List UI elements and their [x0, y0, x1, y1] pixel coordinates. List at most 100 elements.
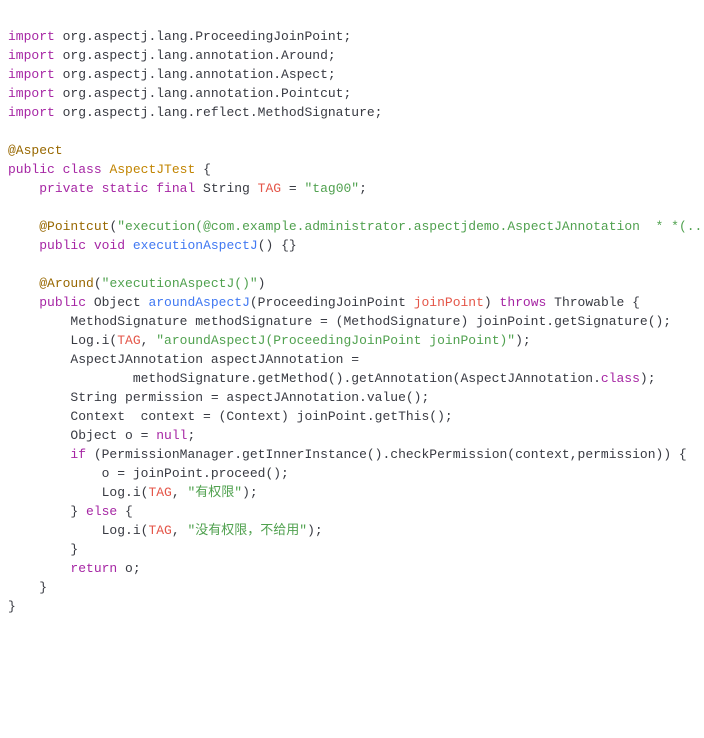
code-line: Context context = (Context) joinPoint.ge…	[8, 407, 696, 426]
code-line: AspectJAnnotation aspectJAnnotation =	[8, 350, 696, 369]
code-token: class	[601, 371, 640, 386]
code-line: o = joinPoint.proceed();	[8, 464, 696, 483]
code-token: "aroundAspectJ(ProceedingJoinPoint joinP…	[156, 333, 515, 348]
code-token: import	[8, 105, 55, 120]
code-token: );	[242, 485, 258, 500]
code-token: (	[94, 276, 102, 291]
code-line: import org.aspectj.lang.annotation.Aroun…	[8, 46, 696, 65]
code-token: )	[258, 276, 266, 291]
code-token: executionAspectJ	[133, 238, 258, 253]
code-token: (PermissionManager.getInnerInstance().ch…	[86, 447, 687, 462]
code-token: ,	[172, 523, 188, 538]
code-token: org.aspectj.lang.reflect.MethodSignature…	[63, 105, 383, 120]
code-token	[8, 219, 39, 234]
code-line: @Aspect	[8, 141, 696, 160]
code-token: import	[8, 29, 55, 44]
code-token: Context context = (Context) joinPoint.ge…	[8, 409, 453, 424]
code-token: Throwable {	[546, 295, 640, 310]
code-line: public Object aroundAspectJ(ProceedingJo…	[8, 293, 696, 312]
code-token: Log.i(	[8, 523, 148, 538]
code-token: @Around	[39, 276, 94, 291]
code-line: Log.i(TAG, "aroundAspectJ(ProceedingJoin…	[8, 331, 696, 350]
code-token: ;	[187, 428, 195, 443]
code-token: return	[70, 561, 117, 576]
code-line: public class AspectJTest {	[8, 160, 696, 179]
code-token: Log.i(	[8, 485, 148, 500]
code-line: }	[8, 597, 696, 616]
code-token: {	[195, 162, 211, 177]
code-token: public void	[39, 238, 125, 253]
code-token: public class	[8, 162, 102, 177]
code-token	[8, 276, 39, 291]
code-line: public void executionAspectJ() {}	[8, 236, 696, 255]
code-token: ,	[172, 485, 188, 500]
code-token: "execution(@com.example.administrator.as…	[117, 219, 704, 234]
code-token: methodSignature.getMethod().getAnnotatio…	[8, 371, 601, 386]
code-line: import org.aspectj.lang.reflect.MethodSi…	[8, 103, 696, 122]
code-token: {	[117, 504, 133, 519]
code-token: Object	[86, 295, 148, 310]
code-token: else	[86, 504, 117, 519]
code-token: @Pointcut	[39, 219, 109, 234]
code-token: o;	[117, 561, 140, 576]
code-line: return o;	[8, 559, 696, 578]
code-token: () {}	[258, 238, 297, 253]
code-token: ;	[359, 181, 367, 196]
code-token: throws	[500, 295, 547, 310]
code-token	[55, 67, 63, 82]
code-token: "executionAspectJ()"	[102, 276, 258, 291]
code-token	[8, 181, 39, 196]
code-line: }	[8, 578, 696, 597]
code-token: org.aspectj.lang.ProceedingJoinPoint;	[63, 29, 352, 44]
code-token: )	[484, 295, 500, 310]
code-token: }	[8, 504, 86, 519]
code-line: private static final String TAG = "tag00…	[8, 179, 696, 198]
code-token: o = joinPoint.proceed();	[8, 466, 289, 481]
code-token	[55, 48, 63, 63]
code-line: } else {	[8, 502, 696, 521]
code-token: null	[156, 428, 187, 443]
code-token: TAG	[117, 333, 140, 348]
code-token: @Aspect	[8, 143, 63, 158]
code-line: Log.i(TAG, "没有权限，不给用");	[8, 521, 696, 540]
code-token: AspectJTest	[109, 162, 195, 177]
code-line: import org.aspectj.lang.ProceedingJoinPo…	[8, 27, 696, 46]
code-block: import org.aspectj.lang.ProceedingJoinPo…	[8, 27, 696, 616]
code-token: "tag00"	[304, 181, 359, 196]
code-token: (ProceedingJoinPoint	[250, 295, 414, 310]
code-token: );	[640, 371, 656, 386]
code-token: org.aspectj.lang.annotation.Around;	[63, 48, 336, 63]
code-token: );	[515, 333, 531, 348]
code-token: import	[8, 48, 55, 63]
code-token: import	[8, 86, 55, 101]
code-token: Object o =	[8, 428, 156, 443]
code-token	[55, 105, 63, 120]
code-token: TAG	[148, 523, 171, 538]
code-token: }	[8, 542, 78, 557]
code-token	[8, 238, 39, 253]
code-line: Object o = null;	[8, 426, 696, 445]
code-line: import org.aspectj.lang.annotation.Point…	[8, 84, 696, 103]
code-token: private static final	[39, 181, 195, 196]
code-token: "没有权限，不给用"	[187, 523, 307, 538]
code-token: }	[8, 580, 47, 595]
code-line: Log.i(TAG, "有权限");	[8, 483, 696, 502]
code-line: @Pointcut("execution(@com.example.admini…	[8, 217, 696, 236]
code-token: }	[8, 599, 16, 614]
code-line: import org.aspectj.lang.annotation.Aspec…	[8, 65, 696, 84]
code-token	[8, 295, 39, 310]
code-token: AspectJAnnotation aspectJAnnotation =	[8, 352, 359, 367]
code-token: import	[8, 67, 55, 82]
code-token: MethodSignature methodSignature = (Metho…	[8, 314, 671, 329]
code-token	[125, 238, 133, 253]
code-token: TAG	[258, 181, 281, 196]
code-token: public	[39, 295, 86, 310]
code-line: MethodSignature methodSignature = (Metho…	[8, 312, 696, 331]
code-token: if	[70, 447, 86, 462]
code-token: Log.i(	[8, 333, 117, 348]
code-token: String	[195, 181, 257, 196]
code-token: joinPoint	[414, 295, 484, 310]
code-line: String permission = aspectJAnnotation.va…	[8, 388, 696, 407]
code-line: @Around("executionAspectJ()")	[8, 274, 696, 293]
code-token: String permission = aspectJAnnotation.va…	[8, 390, 429, 405]
